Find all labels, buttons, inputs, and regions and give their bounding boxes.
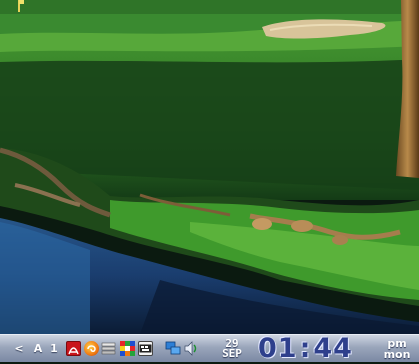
desktop-wallpaper bbox=[0, 0, 419, 334]
acrobat-icon[interactable] bbox=[65, 340, 81, 356]
clock-separator: : bbox=[299, 333, 312, 364]
taskbar: < A 1 29 SEP 01: 44 pm mon bbox=[0, 333, 419, 364]
kb-icon[interactable] bbox=[137, 340, 153, 356]
swirl-icon[interactable] bbox=[83, 340, 99, 356]
clock-meridiem[interactable]: pm mon bbox=[378, 336, 416, 362]
date-month: SEP bbox=[222, 347, 242, 360]
clock-minutes: 44 bbox=[313, 333, 353, 364]
clock-weekday: mon bbox=[383, 348, 411, 361]
disk-stack-icon[interactable] bbox=[101, 340, 117, 356]
date-display[interactable]: 29 SEP bbox=[216, 336, 248, 362]
ime-indicator[interactable]: A bbox=[30, 340, 46, 356]
clock-time[interactable]: 01 : 44 bbox=[258, 333, 353, 364]
show-hidden-icons-arrow[interactable]: < bbox=[12, 340, 26, 356]
count-indicator[interactable]: 1 bbox=[48, 340, 60, 356]
network-icon[interactable] bbox=[165, 340, 181, 356]
color-grid-icon[interactable] bbox=[119, 340, 135, 356]
volume-icon[interactable] bbox=[183, 340, 199, 356]
clock-hours: 01 bbox=[258, 333, 298, 364]
